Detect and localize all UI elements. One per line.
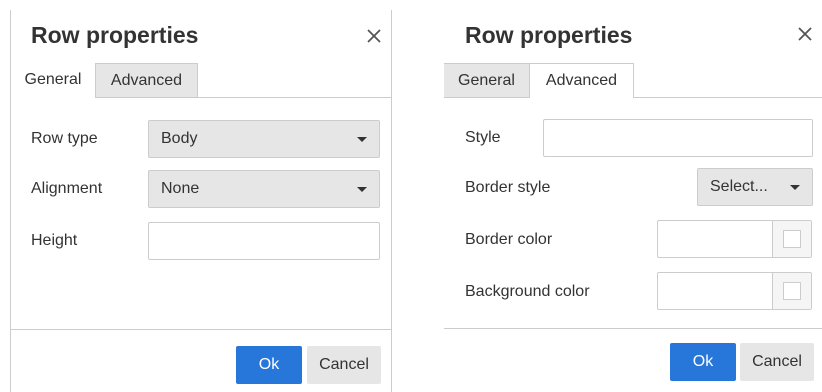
ok-button[interactable]: Ok [670, 343, 736, 381]
tab-bar-divider [634, 97, 822, 98]
row-type-label: Row type [31, 130, 98, 147]
border-style-select[interactable]: Select... [697, 168, 813, 206]
caret-down-icon [357, 137, 367, 142]
row-type-select[interactable]: Body [148, 120, 380, 158]
color-swatch-icon [783, 282, 801, 300]
row-type-value: Body [161, 130, 198, 147]
height-input[interactable] [148, 222, 380, 260]
border-style-value: Select... [710, 178, 768, 195]
footer-divider [444, 328, 822, 329]
color-swatch-icon [783, 230, 801, 248]
tab-advanced[interactable]: Advanced [96, 63, 198, 98]
tab-general[interactable]: General [11, 63, 96, 98]
alignment-select[interactable]: None [148, 170, 380, 208]
row-properties-dialog-general: Row properties General Advanced Row type… [10, 10, 392, 392]
caret-down-icon [790, 185, 800, 190]
dialog-title: Row properties [465, 22, 633, 48]
caret-down-icon [357, 187, 367, 192]
alignment-label: Alignment [31, 180, 103, 197]
footer-divider [11, 329, 391, 330]
cancel-button[interactable]: Cancel [740, 343, 814, 381]
border-color-swatch-button[interactable] [772, 221, 811, 257]
style-label: Style [465, 129, 501, 146]
border-color-picker[interactable] [657, 220, 812, 258]
tab-bar: General Advanced [444, 63, 822, 98]
close-icon [367, 29, 381, 43]
border-color-label: Border color [465, 231, 553, 248]
tab-bar: General Advanced [11, 63, 391, 98]
background-color-swatch-button[interactable] [772, 273, 811, 309]
close-button[interactable] [363, 25, 385, 47]
border-style-label: Border style [465, 179, 551, 196]
height-label: Height [31, 232, 78, 249]
close-icon [798, 27, 812, 41]
ok-button[interactable]: Ok [236, 346, 302, 384]
tab-general[interactable]: General [444, 63, 530, 98]
background-color-label: Background color [465, 283, 590, 300]
row-properties-dialog-advanced: Row properties General Advanced Style Bo… [444, 12, 822, 392]
tab-advanced[interactable]: Advanced [530, 63, 634, 98]
background-color-picker[interactable] [657, 272, 812, 310]
alignment-value: None [161, 180, 200, 197]
dialog-title: Row properties [31, 22, 199, 48]
cancel-button[interactable]: Cancel [307, 346, 381, 384]
close-button[interactable] [794, 23, 816, 45]
style-input[interactable] [543, 119, 813, 157]
